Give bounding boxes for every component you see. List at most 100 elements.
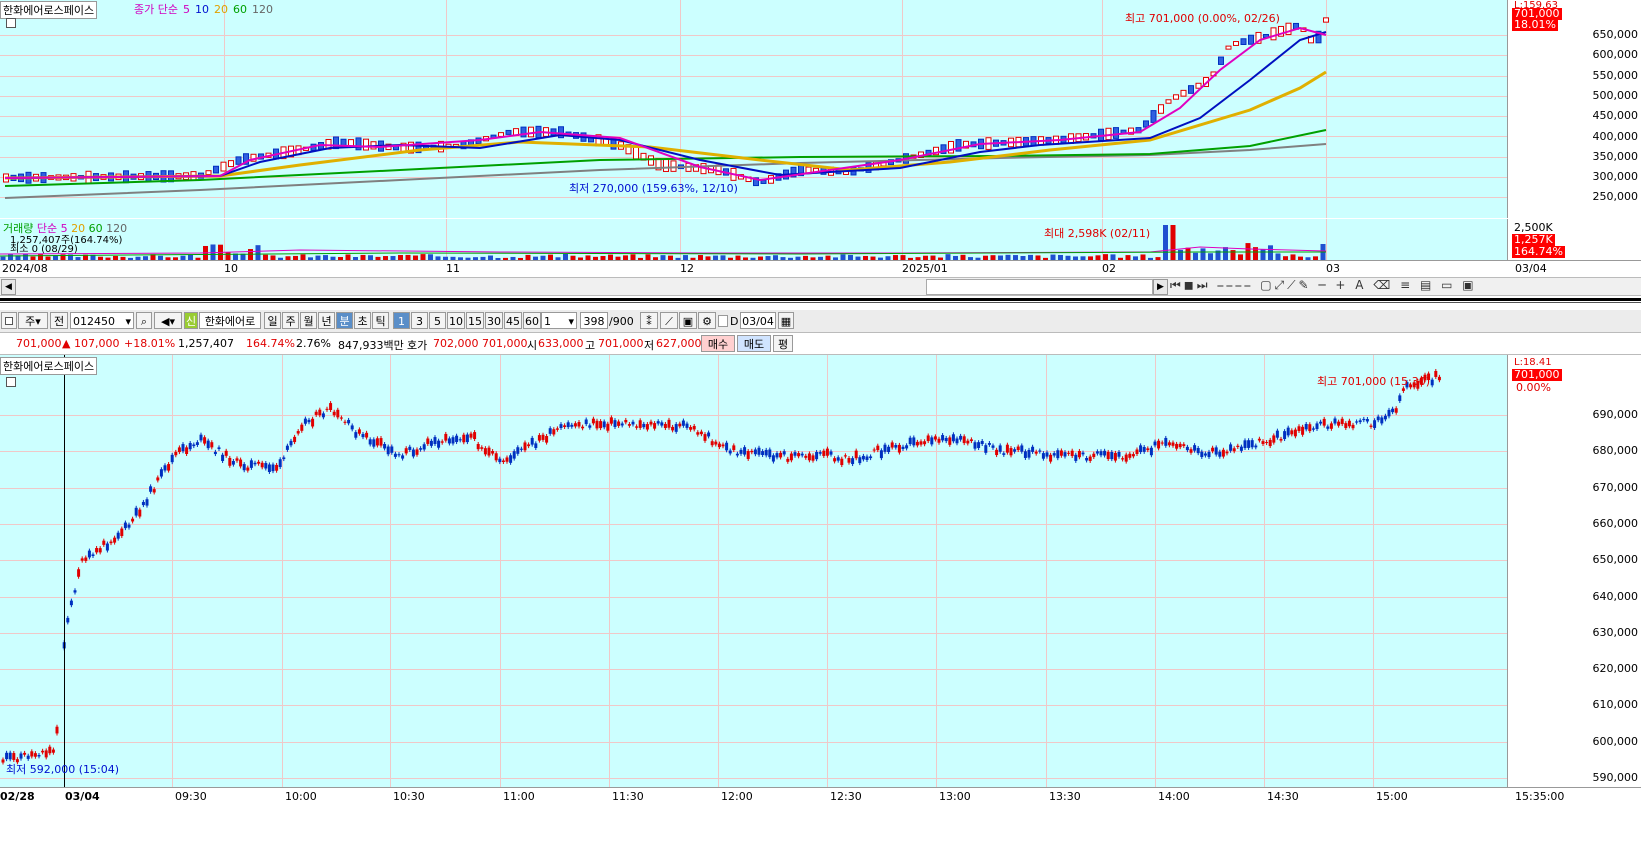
- prev-button[interactable]: 전: [50, 312, 68, 329]
- scroll-left-button[interactable]: ◀: [1, 279, 16, 295]
- sell-button[interactable]: 매도: [737, 335, 771, 352]
- volume-plot: [0, 225, 1327, 260]
- period-tab[interactable]: 월: [300, 312, 317, 329]
- draw-icon[interactable]: ⟋: [660, 312, 678, 329]
- quote-turnover: 2.76%: [296, 337, 331, 350]
- period-tab[interactable]: 분: [336, 312, 353, 329]
- period-tab[interactable]: 틱: [372, 312, 389, 329]
- interval-button[interactable]: 10: [447, 312, 465, 329]
- daily-chart-settings-icon[interactable]: [6, 18, 16, 31]
- interval-button[interactable]: 30: [485, 312, 503, 329]
- y-tick-label: 620,000: [1592, 662, 1639, 676]
- x-tick-label: 12:30: [830, 790, 862, 803]
- period-tab[interactable]: 일: [264, 312, 281, 329]
- date-input[interactable]: 03/04: [740, 312, 776, 329]
- avg-button[interactable]: 평: [773, 335, 793, 352]
- daily-low-annotation: 최저 270,000 (159.63%, 12/10): [569, 182, 738, 195]
- volume-panel[interactable]: 거래량 단순 5 20 60 120 1,257,407주(164.74%) 최…: [0, 219, 1507, 260]
- y-tick-label: 250,000: [1592, 190, 1639, 204]
- daily-last-pct-box: 18.01%: [1512, 18, 1558, 31]
- scroll-thumb[interactable]: [926, 279, 1153, 295]
- quote-open: 633,000: [538, 337, 584, 350]
- minute-price-plot: [1, 368, 1441, 765]
- x-tick-label: 2025/01: [902, 262, 948, 275]
- buy-button[interactable]: 매수: [701, 335, 735, 352]
- interval-button[interactable]: 15: [466, 312, 484, 329]
- count-max: /900: [609, 315, 634, 328]
- hoga-ask: 702,000: [433, 337, 479, 350]
- x-tick-label: 03/04: [65, 790, 100, 803]
- interval-button[interactable]: 3: [411, 312, 428, 329]
- y-tick-label: 550,000: [1592, 68, 1639, 82]
- stock-code-input[interactable]: 012450 ▾: [70, 312, 134, 329]
- period-tab[interactable]: 주: [282, 312, 299, 329]
- quote-low: 627,000: [656, 337, 702, 350]
- x-tick-label: 10: [224, 262, 238, 275]
- interval-button[interactable]: 1: [393, 312, 410, 329]
- stock-name: 한화에어로: [199, 312, 261, 329]
- interval-select[interactable]: 1 ▾: [541, 312, 577, 329]
- daily-high-annotation: 최고 701,000 (0.00%, 02/26): [1125, 12, 1280, 25]
- chart-tool-icons[interactable]: ⏮◼⏭ ⎯⎯⎯⎯ ▢⤢⟋✎ ─ + A ⌫ ≡ ▤ ▭ ▣: [1170, 278, 1477, 293]
- minute-chart-settings-icon[interactable]: [6, 377, 16, 390]
- daily-x-axis-right: 03/04: [1507, 260, 1641, 277]
- scroll-right-button[interactable]: ▶: [1153, 279, 1168, 295]
- ma5-line: [4, 26, 1327, 182]
- quote-bar: 701,000 ▲ 107,000 +18.01% 1,257,407 164.…: [0, 333, 1641, 355]
- interval-button[interactable]: 45: [504, 312, 522, 329]
- y-tick-label: 660,000: [1592, 516, 1639, 530]
- x-tick-label: 14:00: [1158, 790, 1190, 803]
- daily-y-axis: L:159.63 701,000 18.01% 650,000 600,000 55…: [1507, 0, 1641, 218]
- x-tick-label: 12: [680, 262, 694, 275]
- x-tick-label: 10:30: [393, 790, 425, 803]
- x-tick-label: 12:00: [721, 790, 753, 803]
- volume-max-annotation: 최대 2,598K (02/11): [1044, 227, 1151, 240]
- bottom-filler: [0, 806, 1641, 845]
- x-tick-label: 09:30: [175, 790, 207, 803]
- quote-pct: +18.01%: [124, 337, 176, 350]
- minute-last-price-box: 701,000: [1512, 368, 1562, 381]
- y-tick-label: 450,000: [1592, 109, 1639, 123]
- y-tick-label: 590,000: [1592, 771, 1639, 784]
- chart-toggle-icon[interactable]: [1, 312, 17, 329]
- daily-price-plot: [3, 17, 1329, 199]
- legend-item: 20: [213, 3, 228, 16]
- y-tick-label: 300,000: [1592, 170, 1639, 184]
- minute-last-pct: 0.00%: [1516, 381, 1551, 394]
- volume-y-axis: 2,500K 1,257K 164.74%: [1507, 219, 1641, 260]
- settings-icon[interactable]: ⚙: [698, 312, 716, 329]
- daily-scrollbar[interactable]: ◀ ▶ ⏮◼⏭ ⎯⎯⎯⎯ ▢⤢⟋✎ ─ + A ⌫ ≡ ▤ ▭ ▣: [0, 277, 1641, 296]
- quote-price: 701,000: [16, 337, 62, 350]
- new-badge: 신: [184, 312, 198, 329]
- y-tick-label: 640,000: [1592, 589, 1639, 603]
- date-checkbox[interactable]: [718, 315, 728, 327]
- calendar-icon[interactable]: ▦: [778, 312, 794, 329]
- minute-chart-panel[interactable]: 한화에어로스페이스 최고 701,000 (15:30) 최저 592,000 …: [0, 355, 1507, 787]
- period-select[interactable]: 주▾: [18, 312, 48, 329]
- speaker-icon[interactable]: ◀▾: [154, 312, 182, 329]
- interval-button[interactable]: 60: [523, 312, 541, 329]
- y-tick-label: 650,000: [1592, 553, 1639, 567]
- interval-button[interactable]: 5: [429, 312, 446, 329]
- y-tick-label: 600,000: [1592, 48, 1639, 62]
- count-input[interactable]: 398: [580, 312, 608, 329]
- y-tick-label: 670,000: [1592, 480, 1639, 494]
- y-tick-label: 630,000: [1592, 625, 1639, 639]
- search-icon[interactable]: ⌕: [136, 312, 152, 329]
- y-tick-label: 350,000: [1592, 149, 1639, 163]
- minute-x-axis: 02/28 03/04 09:30 10:00 10:30 11:00 11:30 12:00…: [0, 787, 1507, 806]
- x-tick-label: 11:30: [612, 790, 644, 803]
- indicator-icon[interactable]: ⁑: [640, 312, 658, 329]
- chart-toolbar: 주▾ 전 012450 ▾ ⌕ ◀▾ 신 한화에어로 일주월년분초틱 1 3 5 10 1…: [0, 310, 1641, 333]
- period-tab[interactable]: 년: [318, 312, 335, 329]
- date-check-label: D: [730, 315, 739, 328]
- quote-change: ▲ 107,000: [62, 337, 120, 350]
- pane-splitter[interactable]: [0, 296, 1641, 306]
- y-tick-label: 400,000: [1592, 129, 1639, 143]
- period-tab[interactable]: 초: [354, 312, 371, 329]
- quote-vol-ratio: 164.74%: [246, 337, 295, 350]
- x-tick-label: 10:00: [285, 790, 317, 803]
- save-icon[interactable]: ▣: [679, 312, 697, 329]
- high-label: 고: [585, 339, 596, 352]
- daily-chart-panel[interactable]: 한화에어로스페이스 종가 단순 5 10 20 60 120 최고 701,000 (0.…: [0, 0, 1507, 218]
